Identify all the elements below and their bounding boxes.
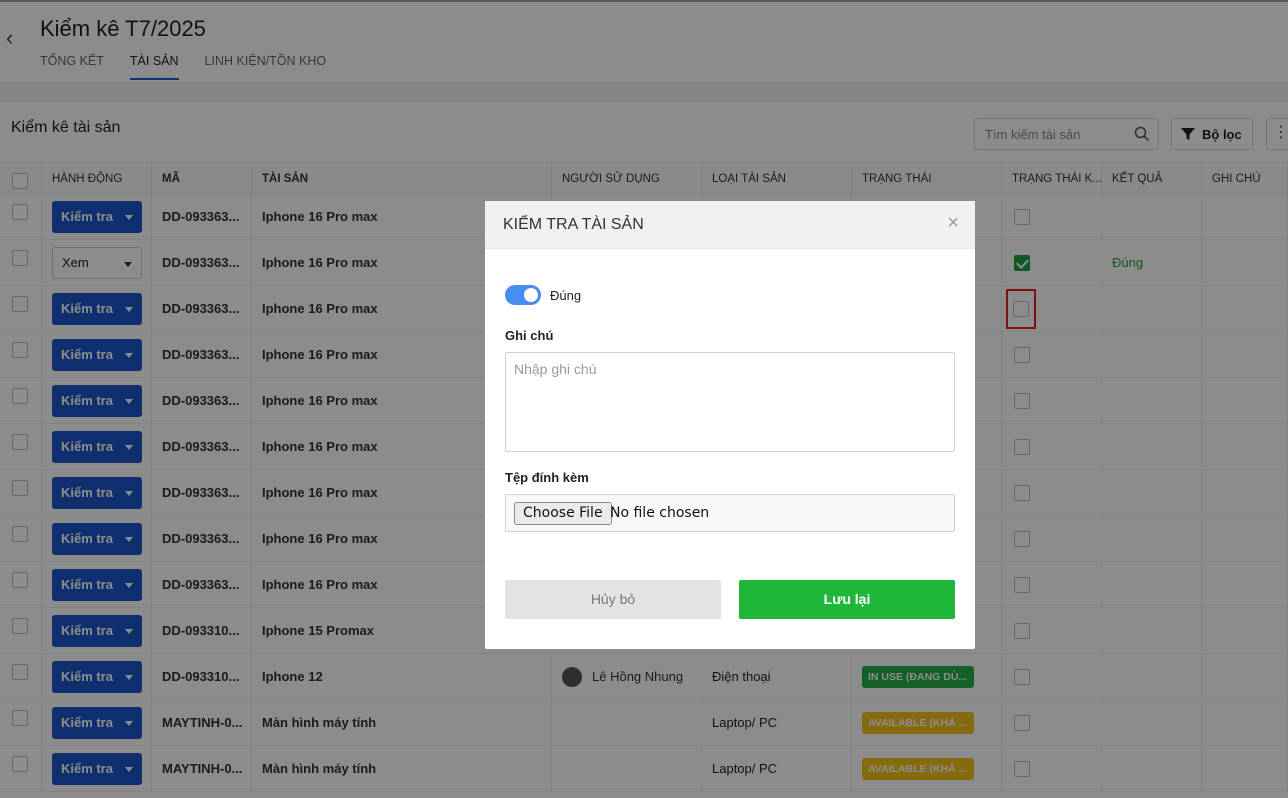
save-button[interactable]: Lưu lại xyxy=(739,580,955,619)
toggle-knob xyxy=(524,288,538,302)
note-label: Ghi chú xyxy=(505,328,554,343)
toggle-label: Đúng xyxy=(550,288,582,303)
attachment-label: Tệp đính kèm xyxy=(505,470,589,485)
check-asset-modal: KIỂM TRA TÀI SẢN × Đúng Ghi chú Tệp đính… xyxy=(485,201,975,649)
correct-toggle[interactable] xyxy=(505,285,541,305)
modal-title: KIỂM TRA TÀI SẢN xyxy=(503,216,644,233)
cancel-button[interactable]: Hủy bỏ xyxy=(505,580,721,619)
close-icon[interactable]: × xyxy=(947,213,959,233)
file-status: No file chosen xyxy=(610,505,710,521)
note-textarea[interactable] xyxy=(505,352,955,452)
modal-header: KIỂM TRA TÀI SẢN × xyxy=(485,201,975,249)
file-input: Choose File No file chosen xyxy=(505,494,955,532)
choose-file-button[interactable]: Choose File xyxy=(514,502,612,525)
